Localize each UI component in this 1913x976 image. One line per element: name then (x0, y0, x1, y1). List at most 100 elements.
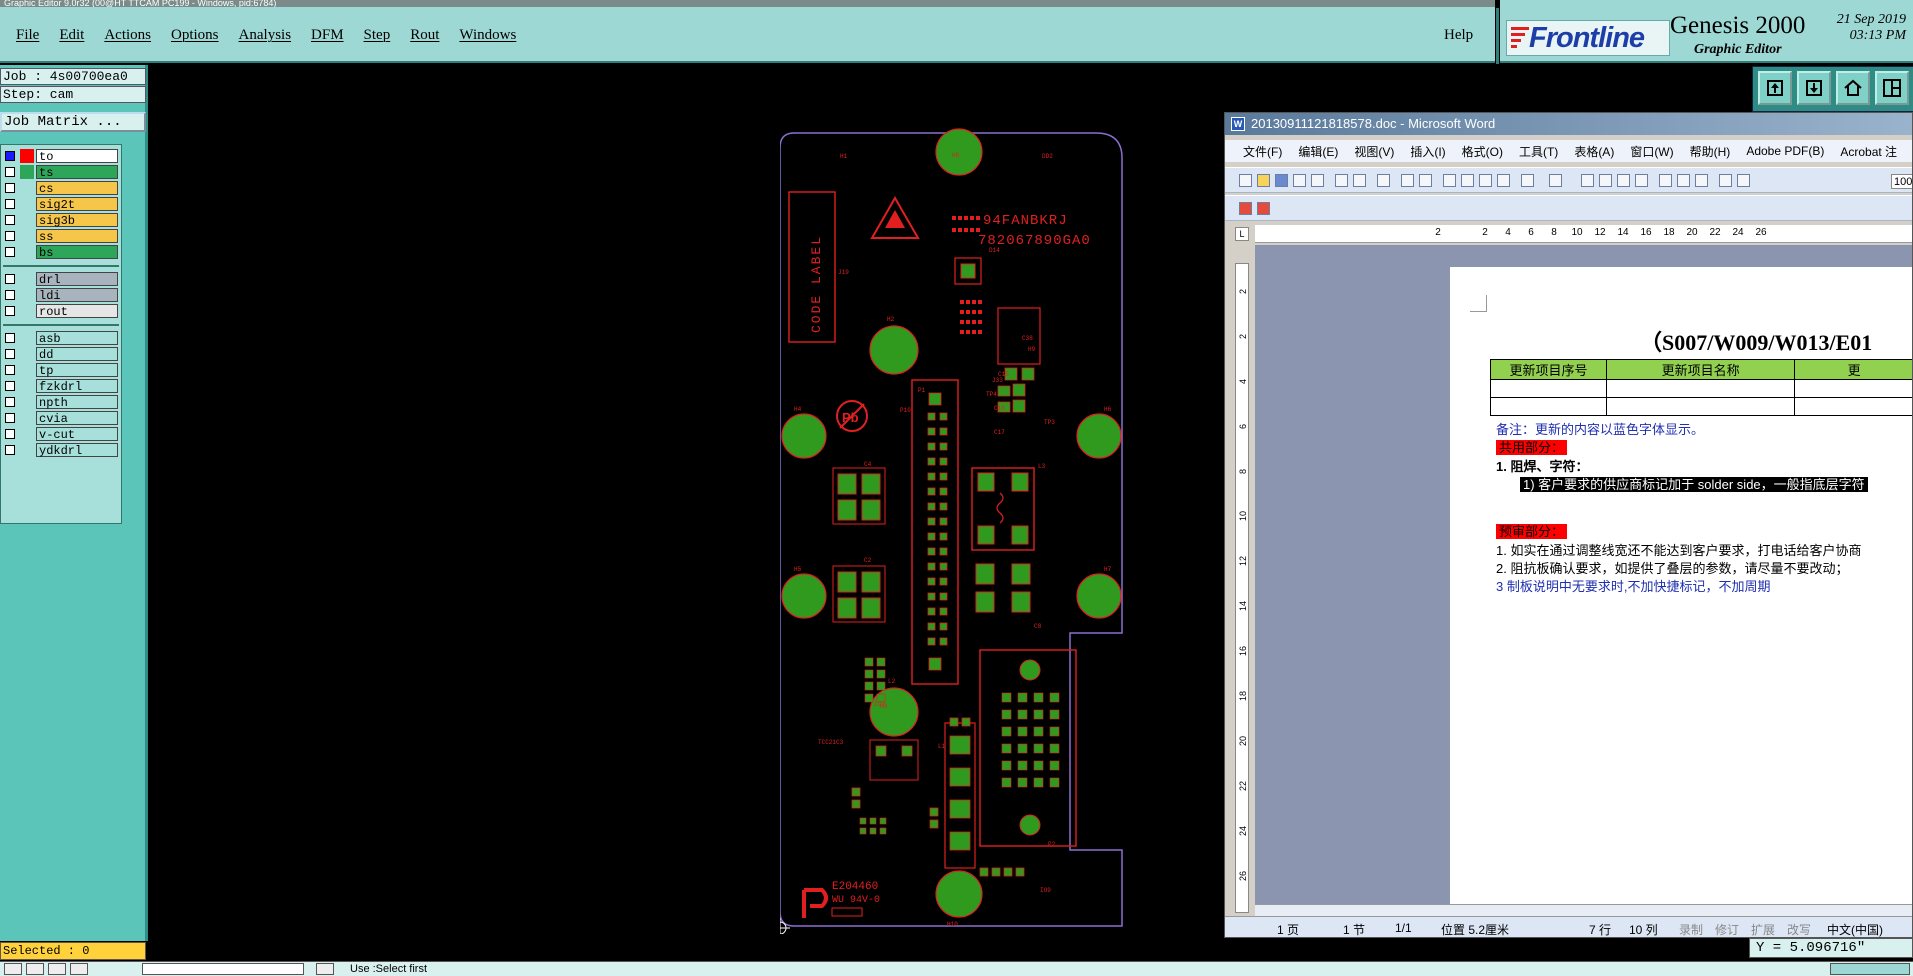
word-menu-format[interactable]: 格式(O) (1454, 143, 1511, 160)
pdf-email-icon[interactable] (1257, 202, 1270, 215)
job-matrix-button[interactable]: Job Matrix ... (0, 112, 146, 132)
format-painter-icon[interactable] (1497, 174, 1510, 187)
status-trk[interactable]: 修订 (1715, 921, 1739, 937)
table-cell[interactable] (1794, 379, 1912, 398)
select-tool-icon[interactable] (26, 963, 44, 975)
layer-row-v-cut[interactable]: v-cut (3, 427, 119, 442)
table-cell[interactable] (1794, 397, 1912, 416)
word-menu-tools[interactable]: 工具(T) (1511, 143, 1566, 160)
tables-borders-icon[interactable] (1599, 174, 1612, 187)
spelling-icon[interactable] (1401, 174, 1414, 187)
save-icon[interactable] (1275, 174, 1288, 187)
layer-checkbox[interactable] (5, 413, 15, 423)
layer-row-ldi[interactable]: ldi (3, 288, 119, 303)
undo-icon[interactable] (1521, 174, 1534, 187)
word-menu-insert[interactable]: 插入(I) (1402, 143, 1453, 160)
table-cell[interactable] (1490, 397, 1607, 416)
layer-row-asb[interactable]: asb (3, 331, 119, 346)
layer-checkbox[interactable] (5, 445, 15, 455)
menu-options[interactable]: Options (161, 27, 229, 44)
paste-icon[interactable] (1479, 174, 1492, 187)
measure-tool-icon[interactable] (48, 963, 66, 975)
horizontal-scrollbar[interactable] (1255, 904, 1912, 916)
layer-checkbox[interactable] (5, 349, 15, 359)
read-icon[interactable] (1737, 174, 1750, 187)
research-icon[interactable] (1419, 174, 1432, 187)
layer-checkbox[interactable] (5, 215, 15, 225)
layer-checkbox[interactable] (5, 231, 15, 241)
word-menu-view[interactable]: 视图(V) (1346, 143, 1402, 160)
cut-icon[interactable] (1443, 174, 1456, 187)
menu-edit[interactable]: Edit (49, 27, 94, 44)
zoom-input[interactable]: 100 (1891, 174, 1912, 189)
convert-to-pdf-icon[interactable] (1239, 202, 1252, 215)
hyperlink-icon[interactable] (1581, 174, 1594, 187)
menu-rout[interactable]: Rout (400, 27, 449, 44)
layer-row-drl[interactable]: drl (3, 272, 119, 287)
word-menu-edit[interactable]: 编辑(E) (1290, 143, 1346, 160)
layer-checkbox[interactable] (5, 397, 15, 407)
snap-icon[interactable] (70, 963, 88, 975)
permission-icon[interactable] (1293, 174, 1306, 187)
layer-checkbox[interactable] (5, 306, 15, 316)
layer-row-ts[interactable]: ts (3, 165, 119, 180)
drawing-icon[interactable] (1677, 174, 1690, 187)
copy-icon[interactable] (1461, 174, 1474, 187)
open-folder-icon[interactable] (1257, 174, 1270, 187)
grid-icon[interactable] (316, 963, 334, 975)
word-menu-window[interactable]: 窗口(W) (1622, 143, 1681, 160)
download-button[interactable] (1797, 71, 1831, 105)
layer-checkbox[interactable] (5, 290, 15, 300)
layer-checkbox[interactable] (5, 333, 15, 343)
layout-button[interactable] (1875, 71, 1909, 105)
layer-row-dd[interactable]: dd (3, 347, 119, 362)
word-menu-table[interactable]: 表格(A) (1566, 143, 1622, 160)
layer-checkbox[interactable] (5, 167, 15, 177)
insert-table-icon[interactable] (1617, 174, 1630, 187)
word-menu-acrobat[interactable]: Acrobat 注 (1832, 143, 1905, 160)
document-page[interactable]: （S007/W009/W013/E01 更新项目序号 更新项目名称 更 备注：更… (1450, 267, 1912, 904)
menu-dfm[interactable]: DFM (301, 27, 354, 44)
email-icon[interactable] (1311, 174, 1324, 187)
print-icon[interactable] (1335, 174, 1348, 187)
upload-button[interactable] (1758, 71, 1792, 105)
layer-row-ydkdrl[interactable]: ydkdrl (3, 443, 119, 458)
pcb-graphic-canvas[interactable]: CODE LABEL 94FANBKRJ 782067890GA0 Pb E20… (780, 128, 1130, 934)
tab-selector-icon[interactable]: L (1235, 227, 1249, 241)
redo-icon[interactable] (1549, 174, 1562, 187)
layer-checkbox[interactable] (5, 151, 15, 161)
layer-checkbox[interactable] (5, 199, 15, 209)
layer-checkbox[interactable] (5, 429, 15, 439)
menu-actions[interactable]: Actions (94, 27, 161, 44)
status-rec[interactable]: 录制 (1679, 921, 1703, 937)
table-cell[interactable] (1490, 379, 1607, 398)
status-ovr[interactable]: 改写 (1787, 921, 1811, 937)
table-cell[interactable] (1605, 379, 1796, 398)
traditional-chinese-icon[interactable] (1377, 174, 1390, 187)
command-input[interactable] (142, 963, 304, 975)
menu-step[interactable]: Step (354, 27, 401, 44)
layer-checkbox[interactable] (5, 274, 15, 284)
layer-row-bs[interactable]: bs (3, 245, 119, 260)
layer-checkbox[interactable] (5, 247, 15, 257)
layer-row-sig3b[interactable]: sig3b (3, 213, 119, 228)
layer-row-sig2t[interactable]: sig2t (3, 197, 119, 212)
word-menu-help[interactable]: 帮助(H) (1682, 143, 1739, 160)
update-table[interactable]: 更新项目序号 更新项目名称 更 (1490, 359, 1912, 416)
layer-row-ss[interactable]: ss (3, 229, 119, 244)
layer-row-npth[interactable]: npth (3, 395, 119, 410)
horizontal-ruler[interactable]: 2 2 4 6 8 10 12 14 16 18 20 22 24 26 (1255, 225, 1912, 243)
layer-row-cs[interactable]: cs (3, 181, 119, 196)
word-menu-adobe-pdf[interactable]: Adobe PDF(B) (1738, 144, 1832, 158)
layer-checkbox[interactable] (5, 365, 15, 375)
table-cell[interactable] (1605, 397, 1796, 416)
show-hide-icon[interactable] (1719, 174, 1732, 187)
vertical-ruler[interactable]: 2 2 4 6 8 10 12 14 16 18 20 22 24 26 (1235, 263, 1249, 913)
menu-windows[interactable]: Windows (449, 27, 526, 44)
word-titlebar[interactable]: W 20130911121818578.doc - Microsoft Word (1225, 113, 1912, 135)
print-preview-icon[interactable] (1353, 174, 1366, 187)
zoom-in-icon[interactable] (4, 963, 22, 975)
layer-checkbox[interactable] (5, 381, 15, 391)
home-button[interactable] (1836, 71, 1870, 105)
menu-help[interactable]: Help (1434, 27, 1483, 44)
